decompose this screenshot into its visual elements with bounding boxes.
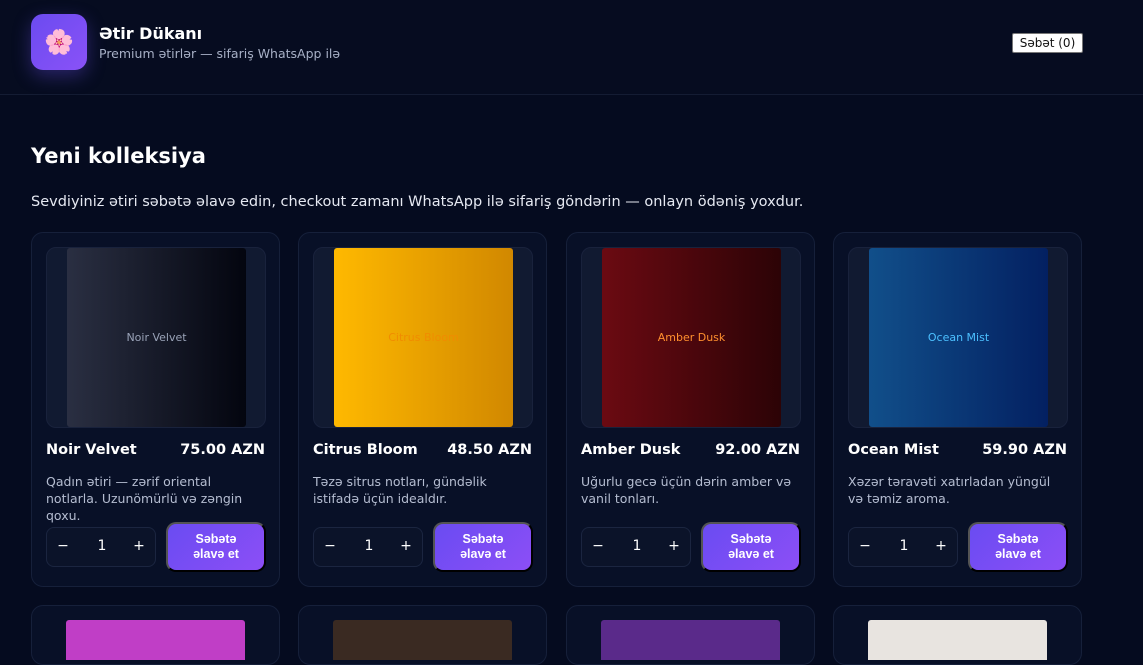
product-image <box>868 620 1047 660</box>
product-price: 75.00 AZN <box>180 442 265 458</box>
product-price: 92.00 AZN <box>715 442 800 458</box>
product-card <box>31 605 280 665</box>
add-to-cart-button[interactable]: Səbətə əlavə et <box>968 522 1068 572</box>
quantity-input[interactable]: 1 <box>82 538 122 554</box>
add-to-cart-button[interactable]: Səbətə əlavə et <box>166 522 266 572</box>
product-card <box>833 605 1082 665</box>
product-card: Ocean Mist Ocean Mist 59.90 AZN Xəzər tə… <box>833 232 1082 587</box>
product-name: Ocean Mist <box>848 442 939 458</box>
quantity-stepper: − 1 + <box>848 527 958 567</box>
brand-title: Ətir Dükanı <box>99 24 203 43</box>
decrease-button[interactable]: − <box>855 538 875 554</box>
quantity-stepper: − 1 + <box>46 527 156 567</box>
site-header: 🌸 Ətir Dükanı Premium ətirlər — sifariş … <box>0 0 1143 95</box>
page-title: Yeni kolleksiya <box>31 144 206 168</box>
decrease-button[interactable]: − <box>53 538 73 554</box>
quantity-input[interactable]: 1 <box>617 538 657 554</box>
product-description: Təzə sitrus notları, gündəlik istifadə ü… <box>313 474 487 506</box>
cart-button[interactable]: Səbət (0) <box>1012 33 1083 53</box>
quantity-input[interactable]: 1 <box>349 538 389 554</box>
cherry-blossom-icon: 🌸 <box>44 28 74 56</box>
product-image <box>601 620 780 660</box>
quantity-stepper: − 1 + <box>581 527 691 567</box>
product-price: 48.50 AZN <box>447 442 532 458</box>
product-name: Citrus Bloom <box>313 442 418 458</box>
quantity-stepper: − 1 + <box>313 527 423 567</box>
product-image-frame[interactable]: Noir Velvet <box>46 247 266 428</box>
product-image: Noir Velvet <box>67 248 246 427</box>
product-price: 59.90 AZN <box>982 442 1067 458</box>
increase-button[interactable]: + <box>931 538 951 554</box>
product-image-frame[interactable]: Citrus Bloom <box>313 247 533 428</box>
increase-button[interactable]: + <box>664 538 684 554</box>
increase-button[interactable]: + <box>129 538 149 554</box>
quantity-input[interactable]: 1 <box>884 538 924 554</box>
product-card <box>566 605 815 665</box>
decrease-button[interactable]: − <box>588 538 608 554</box>
brand-logo[interactable]: 🌸 <box>31 14 87 70</box>
product-name: Amber Dusk <box>581 442 681 458</box>
product-image: Citrus Bloom <box>334 248 513 427</box>
product-image-frame[interactable]: Ocean Mist <box>848 247 1068 428</box>
product-image-frame[interactable]: Amber Dusk <box>581 247 801 428</box>
increase-button[interactable]: + <box>396 538 416 554</box>
product-card: Noir Velvet Noir Velvet 75.00 AZN Qadın … <box>31 232 280 587</box>
decrease-button[interactable]: − <box>320 538 340 554</box>
product-card <box>298 605 547 665</box>
add-to-cart-button[interactable]: Səbətə əlavə et <box>433 522 533 572</box>
product-image <box>333 620 512 660</box>
product-image: Ocean Mist <box>869 248 1048 427</box>
product-description: Uğurlu gecə üçün dərin amber və vanil to… <box>581 474 792 506</box>
product-card: Citrus Bloom Citrus Bloom 48.50 AZN Təzə… <box>298 232 547 587</box>
product-card: Amber Dusk Amber Dusk 92.00 AZN Uğurlu g… <box>566 232 815 587</box>
brand-subtitle: Premium ətirlər — sifariş WhatsApp ilə <box>99 46 341 61</box>
page-lead: Sevdiyiniz ətiri səbətə əlavə edin, chec… <box>31 194 804 210</box>
product-image: Amber Dusk <box>602 248 781 427</box>
product-description: Qadın ətiri — zərif oriental notlarla. U… <box>46 474 243 523</box>
product-description: Xəzər təravəti xatırladan yüngül və təmi… <box>848 474 1051 506</box>
product-name: Noir Velvet <box>46 442 137 458</box>
product-image <box>66 620 245 660</box>
add-to-cart-button[interactable]: Səbətə əlavə et <box>701 522 801 572</box>
